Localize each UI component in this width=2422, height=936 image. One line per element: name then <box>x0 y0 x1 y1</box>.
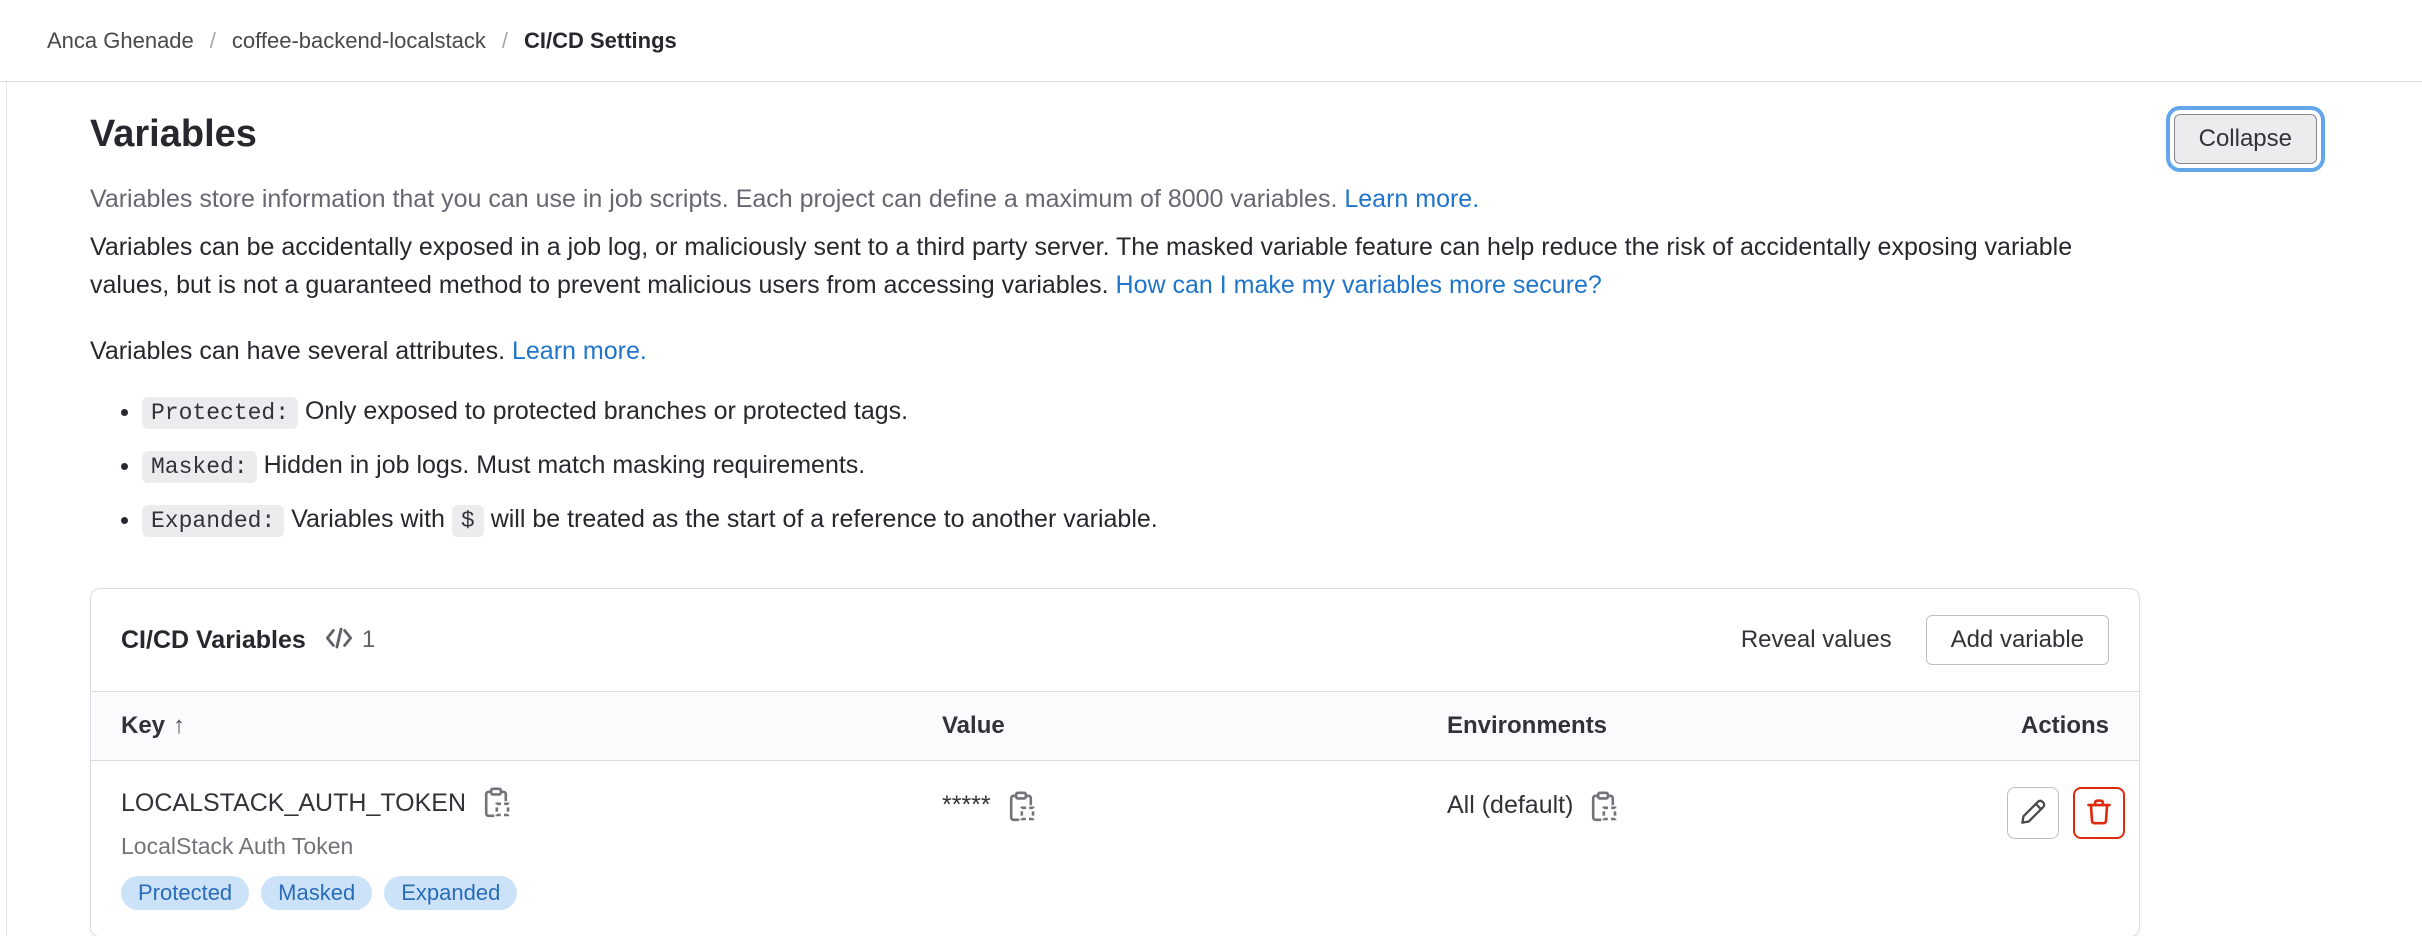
variables-description: Variables store information that you can… <box>90 180 2140 936</box>
masked-code-chip: Masked: <box>142 451 257 483</box>
learn-more-link[interactable]: Learn more. <box>1344 185 1479 213</box>
intro-paragraph: Variables store information that you can… <box>90 180 2140 218</box>
copy-value-button[interactable] <box>1005 791 1037 823</box>
trash-icon <box>2085 798 2113 829</box>
reveal-values-button[interactable]: Reveal values <box>1741 626 1892 654</box>
pencil-icon <box>2019 798 2047 829</box>
attribute-badges: Protected Masked Expanded <box>121 876 942 936</box>
expanded-description: will be treated as the start of a refere… <box>491 505 1158 533</box>
environment-scope: All (default) <box>1447 791 1573 820</box>
breadcrumb: Anca Ghenade / coffee-backend-localstack… <box>0 0 2422 82</box>
cicd-settings-page: Variables Collapse Variables store infor… <box>0 82 2422 936</box>
copy-environment-button[interactable] <box>1587 791 1619 823</box>
clipboard-icon <box>480 807 512 822</box>
add-variable-button[interactable]: Add variable <box>1926 615 2109 665</box>
intro-text: Variables store information that you can… <box>90 185 1337 213</box>
list-item-protected: Protected: Only exposed to protected bra… <box>142 392 2140 432</box>
masked-description: Hidden in job logs. Must match masking r… <box>264 451 866 479</box>
masked-value: ***** <box>942 791 991 820</box>
badge-expanded[interactable]: Expanded <box>384 876 517 910</box>
value-cell: ***** <box>942 787 1447 936</box>
variable-description: LocalStack Auth Token <box>121 833 942 860</box>
breadcrumb-item-namespace[interactable]: Anca Ghenade <box>47 28 194 54</box>
code-icon <box>324 623 354 658</box>
protected-code-chip: Protected: <box>142 397 298 429</box>
breadcrumb-item-current: CI/CD Settings <box>524 28 677 54</box>
attributes-learn-more-link[interactable]: Learn more. <box>512 337 647 365</box>
edit-variable-button[interactable] <box>2007 787 2059 839</box>
protected-description: Only exposed to protected branches or pr… <box>305 397 908 425</box>
column-header-value: Value <box>942 712 1447 740</box>
column-header-environments: Environments <box>1447 712 2007 740</box>
badge-masked[interactable]: Masked <box>261 876 372 910</box>
attributes-paragraph: Variables can have several attributes. L… <box>90 332 2140 370</box>
list-item-expanded: Expanded: Variables with $ will be treat… <box>142 500 2140 540</box>
actions-cell <box>2007 787 2125 936</box>
delete-variable-button[interactable] <box>2073 787 2125 839</box>
breadcrumb-item-project[interactable]: coffee-backend-localstack <box>232 28 486 54</box>
attributes-list: Protected: Only exposed to protected bra… <box>142 392 2140 540</box>
list-item-masked: Masked: Hidden in job logs. Must match m… <box>142 446 2140 486</box>
warning-text: Variables can be accidentally exposed in… <box>90 233 2072 299</box>
column-header-key[interactable]: Key↑ <box>121 712 942 740</box>
secure-variables-link[interactable]: How can I make my variables more secure? <box>1116 271 1602 299</box>
card-title: CI/CD Variables <box>121 626 306 655</box>
copy-key-button[interactable] <box>480 787 512 819</box>
environments-cell: All (default) <box>1447 787 2007 936</box>
sort-ascending-icon: ↑ <box>173 712 185 739</box>
badge-protected[interactable]: Protected <box>121 876 249 910</box>
warning-paragraph: Variables can be accidentally exposed in… <box>90 228 2140 304</box>
collapse-button[interactable]: Collapse <box>2174 114 2317 164</box>
key-cell: LOCALSTACK_AUTH_TOKEN <box>121 787 942 936</box>
variable-count-value: 1 <box>362 626 375 654</box>
clipboard-icon <box>1587 811 1619 826</box>
page-title: Variables <box>90 108 257 160</box>
expanded-description-pre: Variables with <box>291 505 445 533</box>
clipboard-icon <box>1005 811 1037 826</box>
attributes-text: Variables can have several attributes. <box>90 337 505 365</box>
variable-count: 1 <box>324 623 375 658</box>
breadcrumb-separator: / <box>210 28 216 54</box>
column-header-actions: Actions <box>2007 712 2109 740</box>
card-header: CI/CD Variables 1 Reveal values Add vari… <box>91 589 2139 691</box>
variable-table-row: LOCALSTACK_AUTH_TOKEN <box>91 761 2139 936</box>
variable-key: LOCALSTACK_AUTH_TOKEN <box>121 789 466 818</box>
dollar-code-chip: $ <box>452 505 484 537</box>
table-header-row: Key↑ Value Environments Actions <box>91 691 2139 761</box>
variables-section-header: Variables Collapse <box>90 108 2325 164</box>
expanded-code-chip: Expanded: <box>142 505 284 537</box>
cicd-variables-card: CI/CD Variables 1 Reveal values Add vari… <box>90 588 2140 936</box>
breadcrumb-separator: / <box>502 28 508 54</box>
